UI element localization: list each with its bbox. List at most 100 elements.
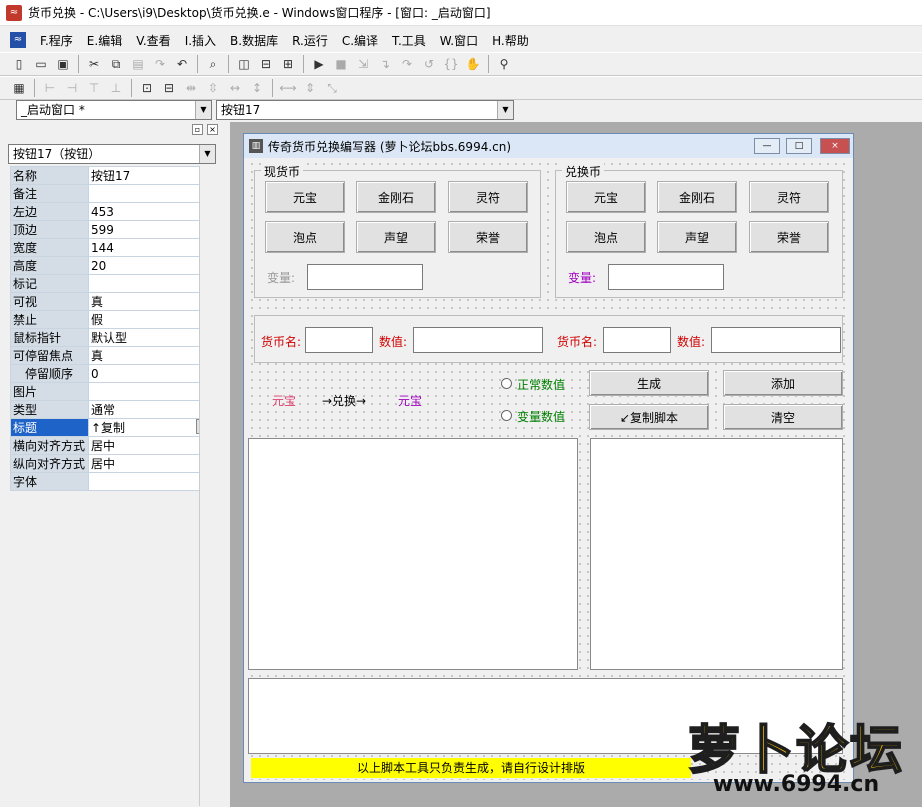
property-value[interactable]: 通常 [88, 400, 214, 419]
menu-window[interactable]: W.窗口 [440, 32, 478, 49]
control-select[interactable]: 按钮17 ▼ [216, 100, 514, 120]
property-row[interactable]: 横向对齐方式 居中 [10, 436, 214, 455]
left-btn-yuanbao[interactable]: 元宝 [265, 181, 345, 213]
left-var-input[interactable] [307, 264, 423, 290]
layout-top-icon[interactable]: ⊟ [255, 54, 277, 74]
dock-icon[interactable]: ▫ [192, 123, 203, 135]
left-btn-diamond[interactable]: 金刚石 [356, 181, 436, 213]
step-out-icon[interactable]: ↺ [418, 54, 440, 74]
right-btn-diamond[interactable]: 金刚石 [657, 181, 737, 213]
property-value[interactable]: 居中 [88, 454, 214, 473]
chevron-down-icon[interactable]: ▼ [199, 145, 215, 163]
radio-normal-label[interactable]: 正常数值 [517, 376, 565, 393]
property-row[interactable]: 顶边 599 [10, 220, 214, 239]
align-top-icon[interactable]: ⊤ [83, 78, 105, 98]
space-vertical-icon[interactable]: ⇳ [202, 78, 224, 98]
clear-button[interactable]: 清空 [723, 404, 843, 430]
left-btn-talisman[interactable]: 灵符 [448, 181, 528, 213]
property-value[interactable]: 真 [88, 292, 214, 311]
run-icon[interactable]: ▶ [308, 54, 330, 74]
property-row[interactable]: 字体 [10, 472, 214, 491]
property-row[interactable]: 标记 [10, 274, 214, 293]
left-btn-prestige[interactable]: 声望 [356, 221, 436, 253]
copy-script-button[interactable]: ↙复制脚本 [589, 404, 709, 430]
menu-edit[interactable]: E.编辑 [87, 32, 122, 49]
property-row[interactable]: 可视真 [10, 292, 214, 311]
property-value[interactable]: 假 [88, 310, 214, 329]
property-row[interactable]: 标题↑复制··· [10, 418, 214, 437]
radio-normal-value[interactable] [501, 378, 512, 389]
property-value[interactable]: 居中 [88, 436, 214, 455]
breakpoint-icon[interactable]: {} [440, 54, 462, 74]
size-height-icon[interactable]: ⇕ [299, 78, 321, 98]
undo-icon[interactable]: ↶ [171, 54, 193, 74]
close-icon[interactable]: × [207, 123, 218, 135]
right-btn-talisman[interactable]: 灵符 [749, 181, 829, 213]
property-row[interactable]: 图片 [10, 382, 214, 401]
property-value[interactable] [88, 274, 214, 293]
menu-tools[interactable]: T.工具 [392, 32, 426, 49]
size-width-icon[interactable]: ⟷ [277, 78, 299, 98]
size-both-icon[interactable]: ⤡ [321, 78, 343, 98]
redo-icon[interactable]: ↷ [149, 54, 171, 74]
menu-run[interactable]: R.运行 [292, 32, 328, 49]
right-value-input[interactable] [711, 327, 841, 353]
property-row[interactable]: 类型 通常 [10, 400, 214, 419]
step-over-icon[interactable]: ↷ [396, 54, 418, 74]
radio-variable-value[interactable] [501, 410, 512, 421]
radio-variable-label[interactable]: 变量数值 [517, 408, 565, 425]
maximize-icon[interactable]: □ [786, 138, 812, 154]
stop-icon[interactable]: ■ [330, 54, 352, 74]
chevron-down-icon[interactable]: ▼ [195, 101, 211, 119]
object-select[interactable]: 按钮17（按钮） ▼ [8, 144, 216, 164]
chevron-down-icon[interactable]: ▼ [497, 101, 513, 119]
left-btn-honor[interactable]: 荣誉 [448, 221, 528, 253]
align-center-icon[interactable]: ⊣ [61, 78, 83, 98]
right-btn-prestige[interactable]: 声望 [657, 221, 737, 253]
form-icon[interactable]: ▦ [8, 78, 30, 98]
menu-insert[interactable]: I.插入 [185, 32, 216, 49]
close-icon[interactable]: × [820, 138, 850, 154]
hand-icon[interactable]: ✋ [462, 54, 484, 74]
property-row[interactable]: 宽度 144 [10, 238, 214, 257]
step-icon[interactable]: ⇲ [352, 54, 374, 74]
property-row[interactable]: 纵向对齐方式 居中 [10, 454, 214, 473]
property-value[interactable] [88, 382, 214, 401]
property-scrollbar[interactable] [199, 166, 214, 806]
property-value[interactable] [88, 184, 214, 203]
menu-compile[interactable]: C.编译 [342, 32, 378, 49]
right-name-input[interactable] [603, 327, 671, 353]
new-file-icon[interactable]: ▯ [8, 54, 30, 74]
layout-left-icon[interactable]: ◫ [233, 54, 255, 74]
left-btn-points[interactable]: 泡点 [265, 221, 345, 253]
add-button[interactable]: 添加 [723, 370, 843, 396]
left-name-input[interactable] [305, 327, 373, 353]
left-value-input[interactable] [413, 327, 543, 353]
center-horizontal-icon[interactable]: ⊡ [136, 78, 158, 98]
layout-grid-icon[interactable]: ⊞ [277, 54, 299, 74]
property-value[interactable]: 144 [88, 238, 214, 257]
align-left-icon[interactable]: ⊢ [39, 78, 61, 98]
property-row[interactable]: 鼠标指针 默认型 [10, 328, 214, 347]
property-row[interactable]: 备注 [10, 184, 214, 203]
property-row[interactable]: 可停留焦点真 [10, 346, 214, 365]
cut-icon[interactable]: ✂ [83, 54, 105, 74]
property-value[interactable]: 20 [88, 256, 214, 275]
property-value[interactable] [88, 472, 214, 491]
script-output-right[interactable] [590, 438, 843, 670]
menu-program[interactable]: F.程序 [40, 32, 73, 49]
property-row[interactable]: 左边 453 [10, 202, 214, 221]
menu-app-icon[interactable]: ≈ [10, 32, 26, 48]
same-height-icon[interactable]: ↕ [246, 78, 268, 98]
step-into-icon[interactable]: ↴ [374, 54, 396, 74]
script-output-left[interactable] [248, 438, 578, 670]
property-row[interactable]: 高度 20 [10, 256, 214, 275]
center-vertical-icon[interactable]: ⊟ [158, 78, 180, 98]
property-row[interactable]: 禁止假 [10, 310, 214, 329]
open-folder-icon[interactable]: ▭ [30, 54, 52, 74]
minimize-icon[interactable]: — [754, 138, 780, 154]
right-btn-points[interactable]: 泡点 [566, 221, 646, 253]
property-value[interactable]: 默认型 [88, 328, 214, 347]
property-value[interactable]: 真 [88, 346, 214, 365]
menu-help[interactable]: H.帮助 [492, 32, 529, 49]
